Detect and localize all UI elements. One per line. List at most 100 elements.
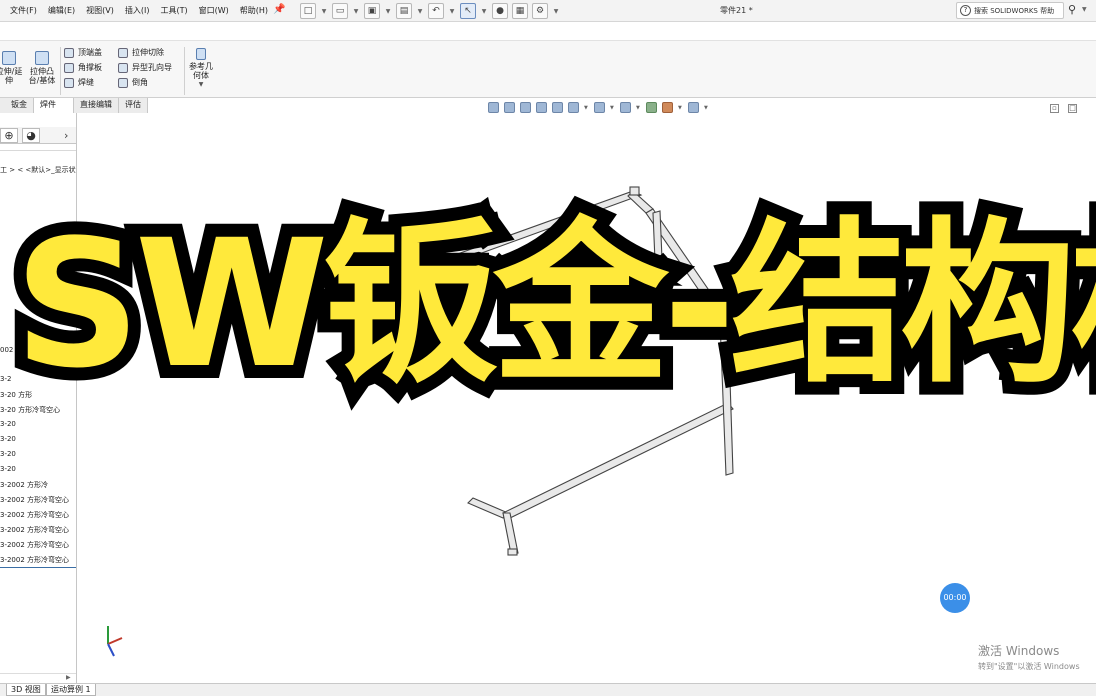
display-style-icon[interactable] <box>594 102 605 113</box>
open-dropdown-icon[interactable]: ▼ <box>352 3 360 19</box>
chamfer-button[interactable]: 倒角 <box>118 77 172 88</box>
reference-geometry-icon <box>196 48 206 60</box>
scroll-right-arrow-icon[interactable]: ▶ <box>66 674 71 681</box>
new-dropdown-icon[interactable]: ▼ <box>320 3 328 19</box>
end-cap-icon <box>64 47 74 58</box>
frame-member <box>502 402 734 520</box>
tree-item[interactable]: 3-2002 方形冷弯空心 <box>0 555 69 565</box>
new-file-icon[interactable]: □ <box>300 3 316 19</box>
open-file-icon[interactable]: ▭ <box>332 3 348 19</box>
config-manager-tab-icon[interactable]: ⊕ <box>0 128 18 143</box>
hole-wizard-button[interactable]: 异型孔向导 <box>118 62 172 73</box>
command-tabs: 钣金 焊件 直接编辑 评估 <box>0 98 148 113</box>
undo-icon[interactable]: ↶ <box>428 3 444 19</box>
options-dropdown-icon[interactable]: ▼ <box>552 3 560 19</box>
extruded-cut-button[interactable]: 拉伸切除 <box>118 47 172 58</box>
display-manager-tab-icon[interactable]: ◕ <box>22 128 40 143</box>
extrude-extend-icon <box>2 51 16 65</box>
edit-appearance-icon[interactable] <box>646 102 657 113</box>
tab-direct-editing[interactable]: 直接编辑 <box>74 98 119 113</box>
menu-view[interactable]: 视图(V) <box>86 5 114 16</box>
apply-scene-icon[interactable] <box>662 102 673 113</box>
tree-item[interactable]: 3-2002 方形冷弯空心 <box>0 495 69 505</box>
hide-show-items-icon[interactable] <box>620 102 631 113</box>
feature-manager-panel: ⊕ ◕ › 工 > < <默认>_显示状 002 方形冷 3-2 3-20 方形… <box>0 113 77 684</box>
select-dropdown-icon[interactable]: ▼ <box>480 3 488 19</box>
weldment-tools-col1: 顶端盖 角撑板 焊缝 <box>64 47 102 88</box>
zoom-to-area-icon[interactable] <box>504 102 515 113</box>
tree-item[interactable]: 002 方形冷 <box>0 345 37 355</box>
hide-show-dropdown-icon[interactable]: ▼ <box>636 105 641 111</box>
menu-items: 文件(F) 编辑(E) 视图(V) 插入(I) 工具(T) 窗口(W) 帮助(H… <box>10 5 268 16</box>
boss-extrude-button[interactable]: 拉伸凸 台/基体 <box>27 51 57 85</box>
help-search-label: 搜索 SOLIDWORKS 帮助 <box>974 7 1055 15</box>
view-settings-dropdown-icon[interactable]: ▼ <box>704 105 709 111</box>
gusset-button[interactable]: 角撑板 <box>64 62 102 73</box>
print-icon[interactable]: ▤ <box>396 3 412 19</box>
bottom-tab-bar: 3D 视图 运动算例 1 <box>0 683 1096 696</box>
tree-item[interactable]: 3-20 <box>0 420 16 428</box>
previous-view-icon[interactable] <box>520 102 531 113</box>
zoom-to-fit-icon[interactable] <box>488 102 499 113</box>
rebuild-icon[interactable]: ● <box>492 3 508 19</box>
menu-file[interactable]: 文件(F) <box>10 5 37 16</box>
file-properties-icon[interactable]: ▦ <box>512 3 528 19</box>
display-style-dropdown-icon[interactable]: ▼ <box>610 105 615 111</box>
tree-item[interactable]: 3-20 方形冷弯空心 <box>0 405 60 415</box>
search-dropdown-icon[interactable]: ▼ <box>1082 6 1087 13</box>
tree-item[interactable]: 3-20 方形 <box>0 390 32 400</box>
menu-help[interactable]: 帮助(H) <box>240 5 268 16</box>
expand-panel-chevron-icon[interactable]: › <box>64 129 68 142</box>
recording-timer[interactable]: 00:00 <box>940 583 970 613</box>
menu-insert[interactable]: 插入(I) <box>125 5 150 16</box>
panel-horizontal-scrollbar[interactable]: ▶ <box>0 673 76 682</box>
menu-bar: 文件(F) 编辑(E) 视图(V) 插入(I) 工具(T) 窗口(W) 帮助(H… <box>0 0 1096 22</box>
search-icon[interactable]: ⚲ <box>1068 3 1076 16</box>
save-dropdown-icon[interactable]: ▼ <box>384 3 392 19</box>
gusset-icon <box>64 62 74 73</box>
undo-dropdown-icon[interactable]: ▼ <box>448 3 456 19</box>
tree-item[interactable]: 3-2 <box>0 375 11 383</box>
options-gear-icon[interactable]: ⚙ <box>532 3 548 19</box>
extrude-extend-label: 拉伸/延 伸 <box>0 67 23 85</box>
print-dropdown-icon[interactable]: ▼ <box>416 3 424 19</box>
save-icon[interactable]: ▣ <box>364 3 380 19</box>
tree-item[interactable]: 3-20 <box>0 465 16 473</box>
tab-3d-view[interactable]: 3D 视图 <box>6 684 46 696</box>
extrude-extend-button[interactable]: 拉伸/延 伸 <box>0 51 24 85</box>
restore-viewport-icon[interactable]: ▫ <box>1050 104 1059 113</box>
weld-bead-button[interactable]: 焊缝 <box>64 77 102 88</box>
extruded-cut-label: 拉伸切除 <box>132 48 164 57</box>
help-search-box[interactable]: ? 搜索 SOLIDWORKS 帮助 <box>956 2 1064 19</box>
reference-geometry-dropdown-icon[interactable]: ▼ <box>186 80 216 89</box>
end-cap-button[interactable]: 顶端盖 <box>64 47 102 58</box>
frame-member <box>467 497 509 519</box>
tree-item[interactable]: 3-2002 方形冷 <box>0 480 48 490</box>
tree-item[interactable]: 3-20 <box>0 435 16 443</box>
select-cursor-icon[interactable]: ↖ <box>460 3 476 19</box>
tab-weldments[interactable]: 焊件 <box>34 98 74 113</box>
menu-edit[interactable]: 编辑(E) <box>48 5 75 16</box>
panel-divider <box>0 150 76 151</box>
pin-icon[interactable]: 📌 <box>273 4 285 16</box>
tab-evaluate[interactable]: 评估 <box>119 98 148 113</box>
maximize-viewport-icon[interactable]: □ <box>1068 104 1077 113</box>
scene-dropdown-icon[interactable]: ▼ <box>678 105 683 111</box>
tab-motion-study[interactable]: 运动算例 1 <box>46 684 96 696</box>
view-orientation-icon[interactable] <box>568 102 579 113</box>
tree-item[interactable]: 3-20 <box>0 450 16 458</box>
view-orientation-dropdown-icon[interactable]: ▼ <box>584 105 589 111</box>
view-settings-icon[interactable] <box>688 102 699 113</box>
reference-geometry-button[interactable]: 参考几 何体 ▼ <box>186 48 216 89</box>
tree-item[interactable]: 3-2002 方形冷弯空心 <box>0 525 69 535</box>
extruded-cut-icon <box>118 47 128 58</box>
menu-window[interactable]: 窗口(W) <box>199 5 229 16</box>
dynamic-annotation-icon[interactable] <box>552 102 563 113</box>
tree-item[interactable]: 3-2002 方形冷弯空心 <box>0 510 69 520</box>
tab-sheet-metal[interactable]: 钣金 <box>0 98 34 113</box>
menu-tools[interactable]: 工具(T) <box>160 5 187 16</box>
rollback-bar[interactable] <box>0 567 76 568</box>
section-view-icon[interactable] <box>536 102 547 113</box>
tree-item[interactable]: 3-2002 方形冷弯空心 <box>0 540 69 550</box>
windows-activation-watermark: 激活 Windows 转到"设置"以激活 Windows <box>978 642 1080 672</box>
